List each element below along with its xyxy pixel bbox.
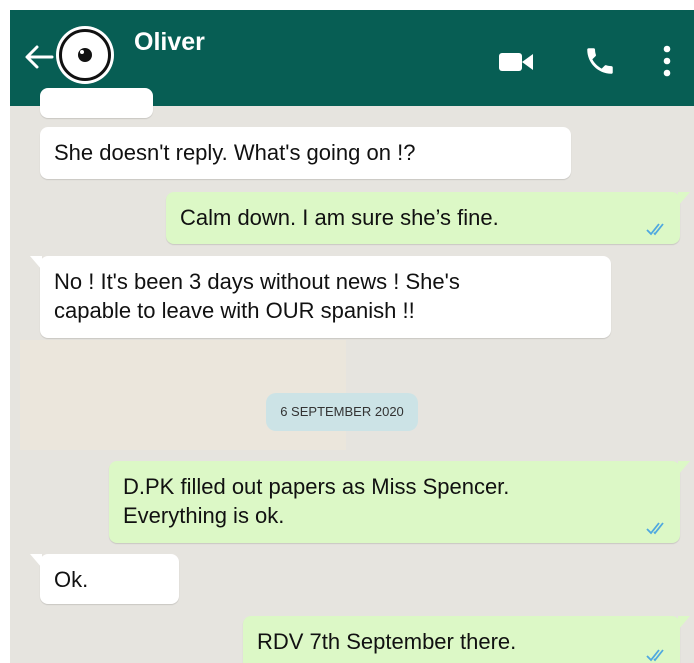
date-separator: 6 SEPTEMBER 2020 <box>266 393 418 431</box>
read-ticks-icon <box>646 522 664 535</box>
message-text: Ok. <box>54 567 89 592</box>
message-text-line: capable to leave with OUR spanish !! <box>54 298 415 323</box>
read-ticks-icon <box>646 649 664 662</box>
message-text: She doesn't reply. What's going on !? <box>54 140 416 165</box>
more-vertical-icon[interactable] <box>661 43 673 79</box>
message-text: RDV 7th September there. <box>257 629 517 654</box>
message-text-line: No ! It's been 3 days without news ! She… <box>54 269 460 294</box>
read-ticks-icon <box>646 223 664 236</box>
message-outgoing[interactable]: Calm down. I am sure she’s fine. <box>166 192 690 244</box>
message-outgoing[interactable]: RDV 7th September there. <box>243 616 690 663</box>
message-outgoing[interactable]: D.PK filled out papers as Miss Spencer. … <box>109 461 690 543</box>
avatar[interactable] <box>56 26 114 84</box>
message-text-line: D.PK filled out papers as Miss Spencer. <box>123 474 510 499</box>
chat-screen: Oliver She doesn't reply. What's going o… <box>10 10 694 663</box>
message-text-line: Everything is ok. <box>123 503 285 528</box>
message-bubble-partial <box>40 88 153 118</box>
message-incoming[interactable]: She doesn't reply. What's going on !? <box>40 127 571 179</box>
contact-name[interactable]: Oliver <box>134 28 205 57</box>
video-camera-icon[interactable] <box>498 50 534 74</box>
arrow-left-icon[interactable] <box>24 44 54 70</box>
message-text: Calm down. I am sure she’s fine. <box>180 205 499 230</box>
phone-icon[interactable] <box>583 44 617 78</box>
message-incoming[interactable]: Ok. <box>30 554 179 604</box>
message-incoming[interactable]: No ! It's been 3 days without news ! She… <box>30 256 611 338</box>
